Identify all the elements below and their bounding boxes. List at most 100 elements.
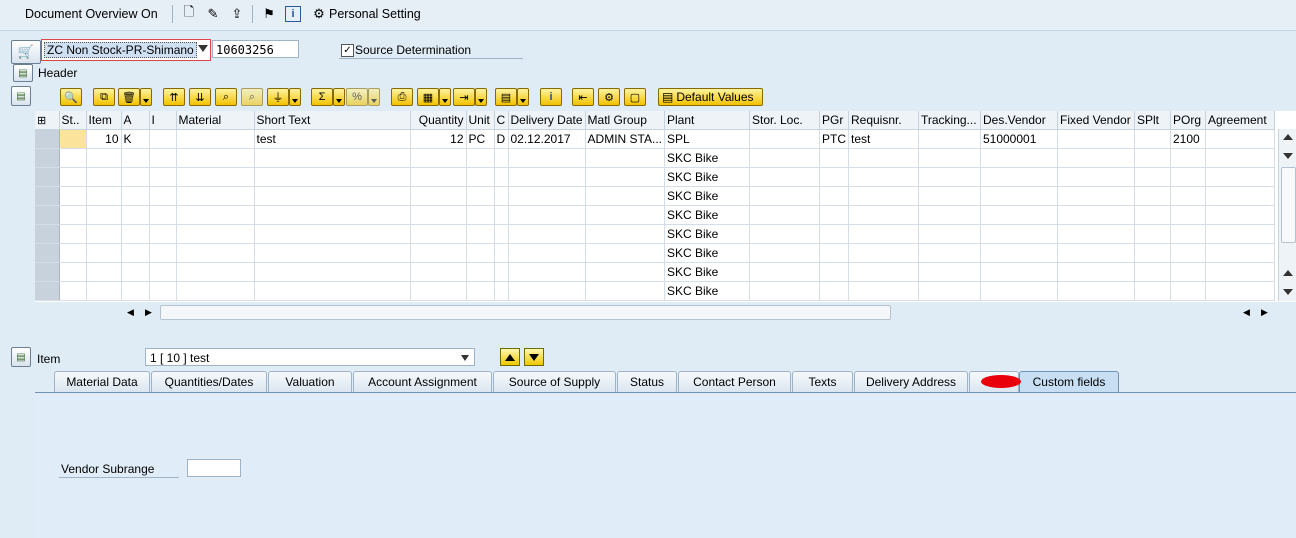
copy-icon[interactable]: ⧉ [93,88,115,106]
next-item-button[interactable] [524,348,544,366]
org-data-icon[interactable]: ⚑ [260,5,278,23]
table-cell[interactable] [508,167,586,187]
table-cell[interactable] [508,224,586,244]
table-cell[interactable] [494,224,509,244]
table-cell[interactable] [494,148,509,168]
table-cell[interactable] [176,281,255,301]
table-cell[interactable]: SKC Bike [664,224,750,244]
assign-source-icon[interactable]: ⚙ [598,88,620,106]
table-cell[interactable] [508,148,586,168]
row-selector[interactable] [35,243,60,263]
table-cell[interactable] [749,224,820,244]
table-cell[interactable] [86,262,122,282]
row-selector[interactable] [35,281,60,301]
sort-ascending-icon[interactable]: ⇈ [163,88,185,106]
print-icon[interactable]: ⎙ [391,88,413,106]
table-cell[interactable] [980,186,1058,206]
export-icon[interactable]: ⇥ [453,88,475,106]
table-cell[interactable] [410,262,467,282]
table-cell[interactable] [585,186,665,206]
column-header[interactable]: Unit [466,111,495,130]
table-cell[interactable]: K [121,129,150,149]
tab-material-data[interactable]: Material Data [54,371,150,392]
sort-descending-icon[interactable]: ⇊ [189,88,211,106]
table-cell[interactable] [1134,129,1171,149]
find-next-icon[interactable]: ⌕ [241,88,263,106]
tab-account-assignment[interactable]: Account Assignment [353,371,492,392]
table-row[interactable]: SKC Bike [35,243,1275,263]
table-cell[interactable]: SKC Bike [664,186,750,206]
scroll-right-icon[interactable]: ▶ [145,307,152,318]
table-cell[interactable] [494,205,509,225]
views-icon[interactable]: ▦ [417,88,439,106]
table-cell[interactable] [749,129,820,149]
row-selector[interactable] [35,224,60,244]
table-cell[interactable] [980,281,1058,301]
column-header[interactable]: PGr [819,111,849,130]
views-menu-icon[interactable] [439,88,451,106]
edit-document-icon[interactable]: ✎ [204,5,222,23]
table-cell[interactable] [848,243,919,263]
info-icon[interactable]: i [540,88,562,106]
table-cell[interactable] [848,148,919,168]
column-header[interactable]: SPlt [1134,111,1171,130]
export-menu-icon[interactable] [475,88,487,106]
table-cell[interactable] [1057,148,1135,168]
table-cell[interactable]: 12 [410,129,467,149]
table-cell[interactable] [1134,243,1171,263]
scroll-thumb[interactable] [1281,167,1296,243]
column-header[interactable]: C [494,111,509,130]
table-cell[interactable] [749,186,820,206]
table-cell[interactable] [585,243,665,263]
table-cell[interactable] [1170,262,1206,282]
table-cell[interactable] [1170,148,1206,168]
table-cell[interactable] [86,186,122,206]
subtotal-menu-icon[interactable] [368,88,380,106]
table-cell[interactable] [508,281,586,301]
table-cell[interactable] [1134,148,1171,168]
table-cell[interactable] [749,243,820,263]
tab-quantities-dates[interactable]: Quantities/Dates [151,371,267,392]
table-cell[interactable] [918,186,981,206]
table-cell[interactable] [254,262,411,282]
table-cell[interactable] [466,281,495,301]
table-cell[interactable] [1205,167,1275,187]
table-cell[interactable] [1057,186,1135,206]
table-cell[interactable] [121,148,150,168]
table-cell[interactable] [149,148,177,168]
table-cell[interactable] [1205,205,1275,225]
column-header[interactable]: Agreement [1205,111,1275,130]
table-cell[interactable] [918,224,981,244]
row-selector[interactable] [35,129,60,149]
table-cell[interactable] [848,262,919,282]
table-cell[interactable] [1134,262,1171,282]
table-cell[interactable] [176,224,255,244]
table-cell[interactable] [1057,224,1135,244]
item-selector-dropdown[interactable]: 1 [ 10 ] test [145,348,475,366]
table-row[interactable]: SKC Bike [35,262,1275,282]
table-cell[interactable] [819,148,849,168]
table-cell[interactable]: 2100 [1170,129,1206,149]
column-header[interactable]: Short Text [254,111,411,130]
table-cell[interactable] [410,224,467,244]
table-cell[interactable] [176,167,255,187]
layout-menu-icon[interactable] [517,88,529,106]
details-icon[interactable]: 🔍 [60,88,82,106]
table-cell[interactable] [254,205,411,225]
table-cell[interactable] [176,186,255,206]
table-cell[interactable] [980,224,1058,244]
tab-custom-fields[interactable]: Custom fields [1019,371,1119,393]
column-header[interactable]: Item [86,111,122,130]
table-cell[interactable] [749,262,820,282]
table-cell[interactable] [1205,186,1275,206]
table-cell[interactable] [494,243,509,263]
table-cell[interactable] [1134,167,1171,187]
table-cell[interactable] [121,186,150,206]
table-cell[interactable] [149,205,177,225]
table-cell[interactable] [86,243,122,263]
table-cell[interactable] [466,243,495,263]
table-cell[interactable] [466,186,495,206]
tab-valuation[interactable]: Valuation [268,371,352,392]
delete-icon[interactable]: 🗑 [118,88,140,106]
table-cell[interactable] [1170,186,1206,206]
